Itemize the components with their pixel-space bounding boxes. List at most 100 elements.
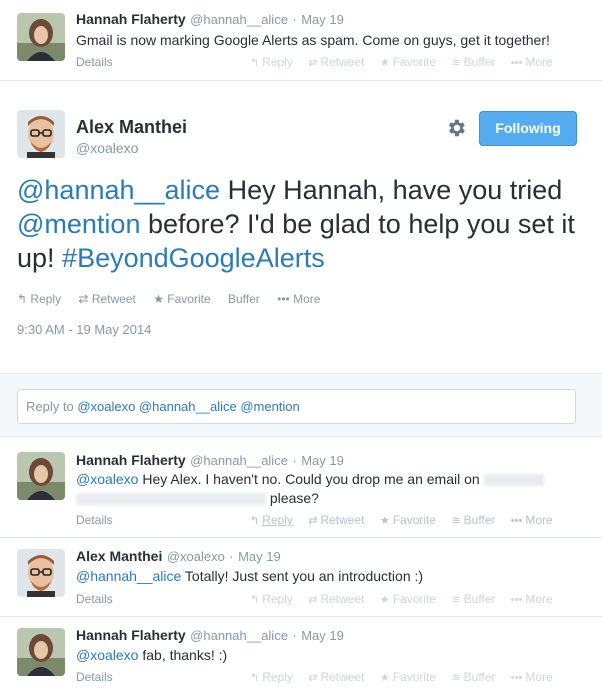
avatar-hannah[interactable] <box>17 13 65 61</box>
reply-icon: ↰ <box>250 594 260 606</box>
retweet-icon: ⇄ <box>308 515 318 527</box>
reply-button[interactable]: ↰ Reply <box>17 292 61 306</box>
avatar-hannah[interactable] <box>17 628 65 676</box>
reply-icon: ↰ <box>250 672 260 684</box>
buffer-button[interactable]: Buffer <box>228 292 260 306</box>
tweet-date[interactable]: May 19 <box>301 453 344 468</box>
main-tweet: Alex Manthei @xoalexo Following @hannah_… <box>0 81 602 373</box>
reply-area: Reply to @xoalexo @hannah__alice @mentio… <box>0 373 602 437</box>
more-button[interactable]: ••• More <box>277 292 320 306</box>
tweet-author-name[interactable]: Hannah Flaherty <box>76 627 186 643</box>
tweet-author-name[interactable]: Hannah Flaherty <box>76 11 186 27</box>
following-button[interactable]: Following <box>479 111 577 146</box>
retweet-button[interactable]: ⇄ Retweet <box>78 292 135 306</box>
reply-label: Reply <box>262 670 293 684</box>
avatar-alex[interactable] <box>17 549 65 597</box>
reply-tweet[interactable]: Hannah Flaherty @hannah__alice · May 19 … <box>0 437 602 537</box>
text-fragment: Totally! Just sent you an introduction :… <box>181 568 424 584</box>
retweet-icon: ⇄ <box>308 672 318 684</box>
more-icon: ••• <box>510 672 523 684</box>
avatar-alex[interactable] <box>17 110 65 158</box>
reply-icon: ↰ <box>250 57 260 69</box>
reply-prefix: Reply to <box>26 399 78 414</box>
reply-button[interactable]: ↰ Reply <box>250 670 293 684</box>
more-label: More <box>525 670 553 684</box>
mention-link[interactable]: @mention <box>17 209 140 239</box>
buffer-button[interactable]: ≋ Buffer <box>451 513 495 527</box>
details-link[interactable]: Details <box>76 513 113 527</box>
details-link[interactable]: Details <box>76 55 113 69</box>
tweet-top[interactable]: Hannah Flaherty @hannah__alice · May 19 … <box>0 0 602 80</box>
reply-icon: ↰ <box>250 515 260 527</box>
more-button[interactable]: ••• More <box>511 670 553 684</box>
tweet-author-handle[interactable]: @hannah__alice <box>190 453 288 468</box>
more-icon: ••• <box>510 515 523 527</box>
tweet-date[interactable]: May 19 <box>238 549 281 564</box>
gear-icon[interactable] <box>445 117 467 139</box>
tweet-text: @hannah__alice Totally! Just sent you an… <box>76 567 586 586</box>
retweet-button[interactable]: ⇄ Retweet <box>308 670 364 684</box>
more-icon: ••• <box>510 57 523 69</box>
retweet-label: Retweet <box>91 292 136 306</box>
reply-tweet[interactable]: Hannah Flaherty @hannah__alice · May 19 … <box>0 617 602 694</box>
favorite-button[interactable]: ★ Favorite <box>153 292 210 306</box>
reply-button[interactable]: ↰ Reply <box>250 592 293 606</box>
reply-icon: ↰ <box>17 292 31 306</box>
mention-link[interactable]: @xoalexo <box>76 647 138 663</box>
mention-link[interactable]: @hannah__alice <box>17 175 220 205</box>
buffer-button[interactable]: ≋ Buffer <box>451 670 495 684</box>
star-icon: ★ <box>379 672 390 684</box>
more-label: More <box>525 592 553 606</box>
retweet-button[interactable]: ⇄ Retweet <box>308 513 364 527</box>
buffer-button[interactable]: ≋ Buffer <box>451 592 495 606</box>
tweet-actions: ↰ Reply ⇄ Retweet ★ Favorite ≋ Buffer ••• Mor… <box>250 513 565 527</box>
mention-link[interactable]: @xoalexo <box>76 471 138 487</box>
tweet-author-handle[interactable]: @xoalexo <box>167 549 225 564</box>
tweet-date[interactable]: May 19 <box>301 12 344 27</box>
main-author-name[interactable]: Alex Manthei <box>76 117 187 138</box>
favorite-button[interactable]: ★ Favorite <box>380 592 436 606</box>
retweet-label: Retweet <box>320 670 365 684</box>
more-button[interactable]: ••• More <box>511 513 553 527</box>
mention-link[interactable]: @hannah__alice <box>76 568 181 584</box>
reply-label: Reply <box>262 55 293 69</box>
tweet-timestamp[interactable]: 9:30 AM - 19 May 2014 <box>17 322 151 337</box>
main-author-handle[interactable]: @xoalexo <box>76 140 138 156</box>
favorite-label: Favorite <box>167 292 211 306</box>
retweet-button[interactable]: ⇄ Retweet <box>308 55 364 69</box>
buffer-label: Buffer <box>463 55 496 69</box>
buffer-icon: ≋ <box>451 515 461 527</box>
favorite-button[interactable]: ★ Favorite <box>380 670 436 684</box>
buffer-button[interactable]: ≋ Buffer <box>451 55 495 69</box>
main-tweet-text: @hannah__alice Hey Hannah, have you trie… <box>17 173 577 275</box>
retweet-button[interactable]: ⇄ Retweet <box>308 592 364 606</box>
reply-tweet[interactable]: Alex Manthei @xoalexo · May 19 @hannah__… <box>0 538 602 616</box>
tweet-text: Gmail is now marking Google Alerts as sp… <box>76 32 550 48</box>
tweet-author-handle[interactable]: @hannah__alice <box>190 628 288 643</box>
favorite-label: Favorite <box>392 55 437 69</box>
details-link[interactable]: Details <box>76 592 113 606</box>
details-link[interactable]: Details <box>76 670 113 684</box>
tweet-author-name[interactable]: Alex Manthei <box>76 548 162 564</box>
favorite-label: Favorite <box>392 592 437 606</box>
more-label: More <box>525 513 553 527</box>
buffer-label: Buffer <box>463 513 496 527</box>
tweet-date[interactable]: May 19 <box>301 628 344 643</box>
favorite-button[interactable]: ★ Favorite <box>380 55 436 69</box>
buffer-label: Buffer <box>463 592 496 606</box>
retweet-label: Retweet <box>320 55 365 69</box>
favorite-button[interactable]: ★ Favorite <box>380 513 436 527</box>
tweet-author-name[interactable]: Hannah Flaherty <box>76 452 186 468</box>
reply-button[interactable]: ↰ Reply <box>250 513 293 527</box>
tweet-author-handle[interactable]: @hannah__alice <box>190 12 288 27</box>
text-fragment: please? <box>269 490 319 506</box>
reply-mentions: @xoalexo @hannah__alice @mention <box>77 399 300 414</box>
more-button[interactable]: ••• More <box>511 592 553 606</box>
more-label: More <box>525 55 553 69</box>
hashtag-link[interactable]: #BeyondGoogleAlerts <box>62 243 325 273</box>
reply-button[interactable]: ↰ Reply <box>250 55 293 69</box>
reply-input[interactable]: Reply to @xoalexo @hannah__alice @mentio… <box>17 389 576 424</box>
avatar-hannah[interactable] <box>17 452 65 500</box>
main-tweet-actions: ↰ Reply ⇄ Retweet ★ Favorite Buffer ••• … <box>17 292 334 306</box>
more-button[interactable]: ••• More <box>511 55 553 69</box>
